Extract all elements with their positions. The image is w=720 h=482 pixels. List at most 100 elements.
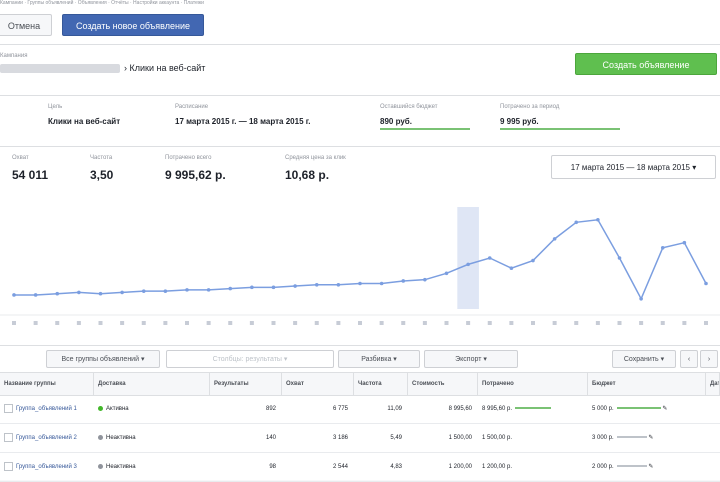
- objective-filter[interactable]: Цель Клики на веб-сайт: [48, 104, 120, 126]
- chart-point[interactable]: [77, 290, 81, 295]
- chart-tick-mark: [358, 321, 362, 325]
- chart-point[interactable]: [141, 289, 146, 293]
- chart-point[interactable]: [336, 282, 341, 287]
- chart-point[interactable]: [250, 285, 254, 290]
- table-row[interactable]: Группа_объявлений 1 Активна 892 6 775 11…: [0, 395, 720, 424]
- table-row[interactable]: Группа_объявлений 3 Неактивна 98 2 544 4…: [0, 453, 720, 482]
- row-spent: 1 200,00 р.: [482, 464, 513, 470]
- chart-tick-mark: [379, 321, 384, 325]
- chart-tick-mark: [617, 321, 622, 325]
- row-name[interactable]: Группа_объявлений 3: [0, 453, 94, 481]
- chart-point[interactable]: [120, 290, 124, 295]
- chart-point[interactable]: [401, 279, 406, 283]
- chart-point[interactable]: [552, 237, 557, 241]
- chart-point[interactable]: [704, 281, 708, 286]
- chart-point[interactable]: [271, 285, 276, 290]
- chart-tick-mark: [206, 321, 211, 325]
- performance-chart: [0, 197, 720, 345]
- row-checkbox[interactable]: [4, 432, 13, 442]
- chart-point[interactable]: [574, 220, 579, 225]
- edit-pencil-icon[interactable]: ✎: [662, 406, 667, 412]
- row-budget[interactable]: 3 000 р. ✎: [588, 424, 706, 452]
- row-budget[interactable]: 5 000 р. ✎: [588, 395, 706, 423]
- chart-point[interactable]: [33, 293, 38, 297]
- stat-cpc: Средняя цена за клик 10,68 р.: [285, 155, 346, 182]
- chart-point[interactable]: [163, 289, 168, 293]
- columns-dropdown[interactable]: Столбцы: результаты ▾: [166, 350, 334, 368]
- chart-point[interactable]: [596, 217, 600, 222]
- chart-point[interactable]: [206, 288, 211, 292]
- view-dropdown[interactable]: Все группы объявлений ▾: [46, 350, 160, 368]
- cancel-button[interactable]: Отмена: [0, 14, 52, 36]
- budget-label: Оставшийся бюджет: [380, 104, 438, 110]
- chart-point[interactable]: [660, 246, 665, 250]
- chart-tick-mark: [163, 321, 168, 325]
- col-name-header[interactable]: Название группы: [0, 373, 94, 395]
- create-ad-button[interactable]: Создать новое объявление: [62, 14, 204, 36]
- row-name[interactable]: Группа_объявлений 2: [0, 424, 94, 452]
- breadcrumb-suffix: › Клики на веб-сайт: [124, 63, 206, 73]
- edit-pencil-icon[interactable]: ✎: [648, 435, 653, 441]
- chart-point[interactable]: [617, 256, 622, 260]
- chart-tick-mark: [249, 321, 254, 325]
- col-budget-header[interactable]: Бюджет: [588, 373, 706, 395]
- col-end-header[interactable]: Дата окончания: [706, 373, 720, 395]
- ad-sets-table: Название группы Доставка Результаты Охва…: [0, 372, 720, 482]
- chart-point[interactable]: [185, 288, 189, 292]
- col-reach-header[interactable]: Охват: [282, 373, 354, 395]
- row-checkbox[interactable]: [4, 403, 13, 413]
- chart-point[interactable]: [55, 291, 60, 296]
- col-spent-header[interactable]: Потрачено: [478, 373, 588, 395]
- chart-tick-mark: [120, 321, 125, 325]
- prev-page-icon[interactable]: ‹: [680, 350, 698, 368]
- chart-point[interactable]: [98, 291, 103, 296]
- row-checkbox[interactable]: [4, 461, 13, 471]
- chart-tick-mark: [639, 321, 644, 325]
- save-dropdown[interactable]: Сохранить ▾: [612, 350, 676, 368]
- row-results: 892: [265, 406, 276, 412]
- budget-filter[interactable]: Оставшийся бюджет 890 руб.: [380, 104, 470, 130]
- row-reach: 2 544: [332, 464, 348, 470]
- chart-point[interactable]: [293, 284, 297, 288]
- chart-point[interactable]: [639, 297, 643, 301]
- col-results-header[interactable]: Результаты: [210, 373, 282, 395]
- chart-series-line: [14, 218, 707, 301]
- export-dropdown[interactable]: Экспорт ▾: [424, 350, 518, 368]
- row-reach: 6 775: [332, 406, 348, 412]
- chart-point[interactable]: [314, 282, 319, 287]
- chart-tick-mark: [293, 321, 298, 325]
- chart-tick-mark: [76, 321, 81, 325]
- chart-point[interactable]: [379, 281, 384, 286]
- chart-point[interactable]: [487, 256, 492, 260]
- schedule-filter[interactable]: Расписание 17 марта 2015 г. — 18 марта 2…: [175, 104, 311, 126]
- chart-point[interactable]: [423, 277, 427, 282]
- chart-highlight-band: [457, 207, 479, 309]
- edit-pencil-icon[interactable]: ✎: [648, 464, 653, 470]
- table-row[interactable]: Группа_объявлений 2 Неактивна 140 3 186 …: [0, 424, 720, 453]
- col-frequency-header[interactable]: Частота: [354, 373, 408, 395]
- chart-point[interactable]: [531, 258, 535, 263]
- col-cost-header[interactable]: Стоимость: [408, 373, 478, 395]
- chart-point[interactable]: [228, 286, 233, 291]
- col-delivery-header[interactable]: Доставка: [94, 373, 210, 395]
- row-frequency: 5,49: [390, 435, 402, 441]
- chart-point[interactable]: [682, 240, 687, 245]
- row-name[interactable]: Группа_объявлений 1: [0, 395, 94, 423]
- spent-filter[interactable]: Потрачено за период 9 995 руб.: [500, 104, 620, 130]
- chart-tick-mark: [185, 321, 189, 325]
- chart-tick-mark: [141, 321, 146, 325]
- breakdown-dropdown[interactable]: Разбивка ▾: [338, 350, 420, 368]
- row-cost: 8 995,60: [448, 406, 472, 412]
- create-ad-green-button[interactable]: Создать объявление: [575, 53, 717, 75]
- chart-tick-mark: [531, 321, 535, 325]
- chart-point[interactable]: [444, 271, 449, 276]
- chart-tick-mark: [466, 321, 471, 325]
- row-budget[interactable]: 2 000 р. ✎: [588, 453, 706, 481]
- next-page-icon[interactable]: ›: [700, 350, 718, 368]
- chart-point[interactable]: [358, 281, 362, 286]
- stat-reach: Охват 54 011: [12, 155, 48, 182]
- date-range-picker[interactable]: 17 марта 2015 — 18 марта 2015 ▾: [551, 155, 716, 179]
- chart-point[interactable]: [12, 293, 16, 297]
- chart-point[interactable]: [466, 262, 470, 267]
- chart-point[interactable]: [509, 266, 514, 270]
